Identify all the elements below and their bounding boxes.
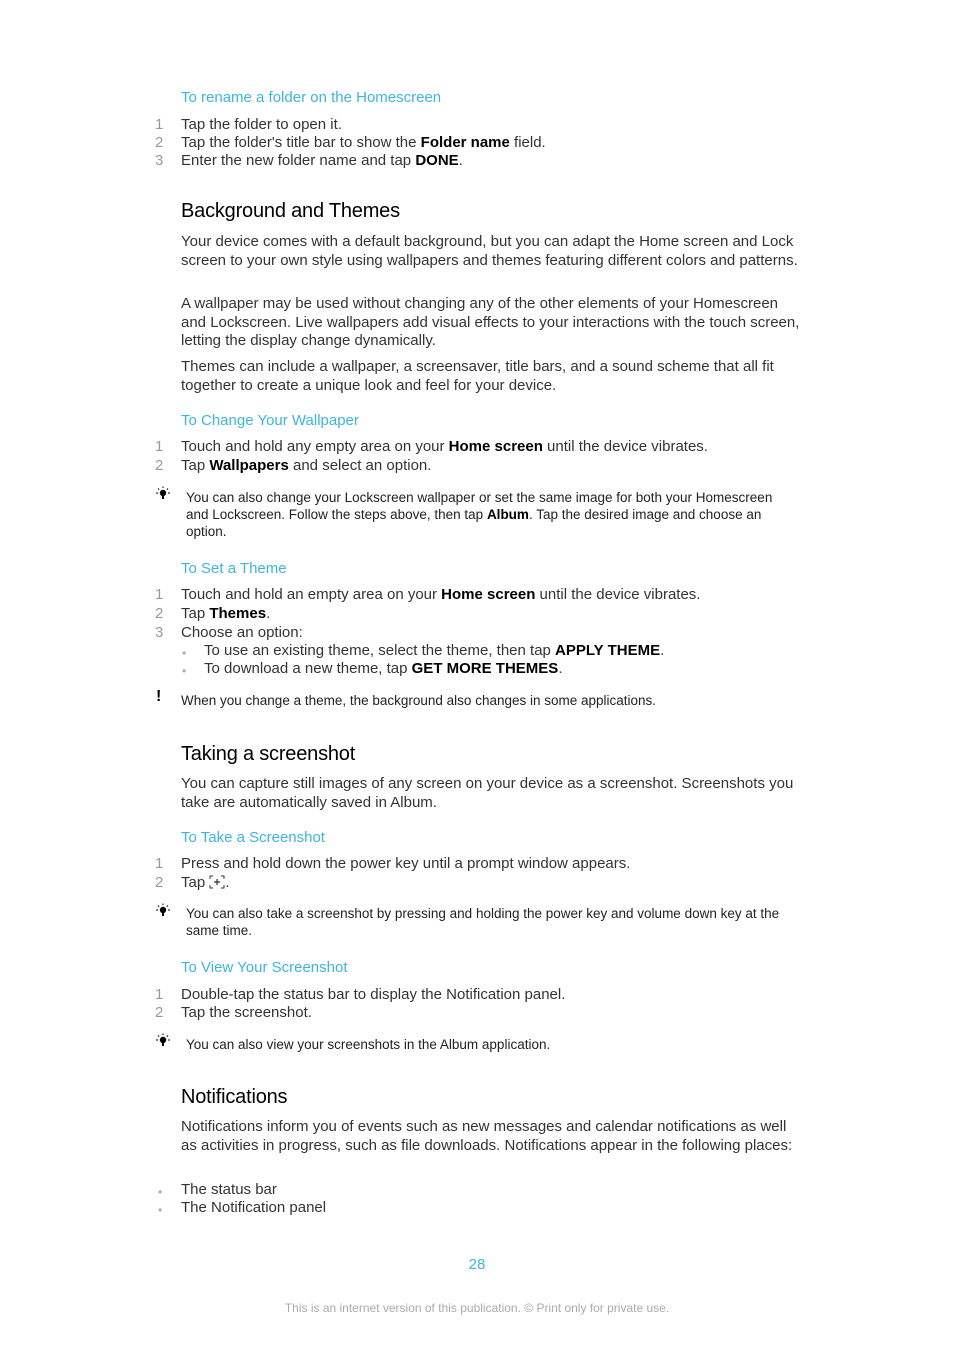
step-text: Enter the new folder name and tap DONE.: [181, 152, 463, 169]
paragraph: A wallpaper may be used without changing…: [181, 295, 800, 349]
bullet-icon: •: [158, 1185, 163, 1199]
subheading-change-wallpaper: To Change Your Wallpaper: [181, 412, 359, 429]
paragraph: You can capture still images of any scre…: [181, 775, 794, 811]
subheading-take-screenshot: To Take a Screenshot: [181, 829, 325, 846]
step-text: Press and hold down the power key until …: [181, 855, 631, 872]
step-number: 3: [155, 624, 164, 641]
step-number: 2: [155, 874, 164, 891]
tip-note: You can also change your Lockscreen wall…: [186, 490, 773, 539]
step-text: Tap Themes.: [181, 605, 271, 622]
warning-exclamation-icon: !: [156, 688, 162, 705]
step-text: Tap the folder's title bar to show the F…: [181, 134, 546, 151]
screenshot-icon: [209, 875, 225, 889]
tip-lightbulb-icon: [156, 1033, 170, 1046]
bullet-text: To use an existing theme, select the the…: [204, 642, 665, 659]
step-text: Tap .: [181, 874, 230, 891]
tip-lightbulb-icon: [156, 903, 170, 916]
tip-note: You can also take a screenshot by pressi…: [186, 906, 780, 938]
step-text: Choose an option:: [181, 624, 303, 641]
heading-taking-screenshot: Taking a screenshot: [181, 743, 356, 765]
step-text: Double-tap the status bar to display the…: [181, 986, 566, 1003]
bullet-icon: •: [182, 664, 187, 678]
list-item: The Notification panel: [181, 1199, 327, 1216]
subheading-view-screenshot: To View Your Screenshot: [181, 959, 348, 976]
bullet-icon: •: [182, 646, 187, 660]
step-text: Tap the screenshot.: [181, 1004, 312, 1021]
step-number: 1: [155, 438, 164, 455]
step-text: Touch and hold any empty area on your Ho…: [181, 438, 708, 455]
heading-notifications: Notifications: [181, 1086, 288, 1108]
step-number: 2: [155, 605, 164, 622]
subheading-set-theme: To Set a Theme: [181, 560, 287, 577]
bullet-icon: •: [158, 1203, 163, 1217]
tip-note: You can also view your screenshots in th…: [186, 1037, 551, 1052]
paragraph: Themes can include a wallpaper, a screen…: [181, 358, 774, 394]
list-item: The status bar: [181, 1181, 277, 1198]
footer-notice: This is an internet version of this publ…: [284, 1301, 670, 1315]
step-text: Tap the folder to open it.: [181, 116, 342, 133]
step-text: Tap Wallpapers and select an option.: [181, 457, 432, 474]
step-number: 1: [155, 986, 164, 1003]
step-number: 2: [155, 1004, 164, 1021]
step-number: 1: [155, 116, 164, 133]
tip-lightbulb-icon: [156, 486, 170, 499]
step-number: 1: [155, 586, 164, 603]
page-number: 28: [468, 1256, 486, 1273]
heading-background-themes: Background and Themes: [181, 200, 400, 222]
step-text: Touch and hold an empty area on your Hom…: [181, 586, 701, 603]
bullet-text: To download a new theme, tap GET MORE TH…: [204, 660, 563, 677]
step-number: 2: [155, 457, 164, 474]
step-number: 3: [155, 152, 164, 169]
warning-note: When you change a theme, the background …: [181, 693, 657, 708]
step-number: 1: [155, 855, 164, 872]
subheading-rename-folder: To rename a folder on the Homescreen: [181, 89, 442, 106]
step-number: 2: [155, 134, 164, 151]
paragraph: Your device comes with a default backgro…: [181, 233, 798, 269]
paragraph: Notifications inform you of events such …: [181, 1118, 793, 1154]
